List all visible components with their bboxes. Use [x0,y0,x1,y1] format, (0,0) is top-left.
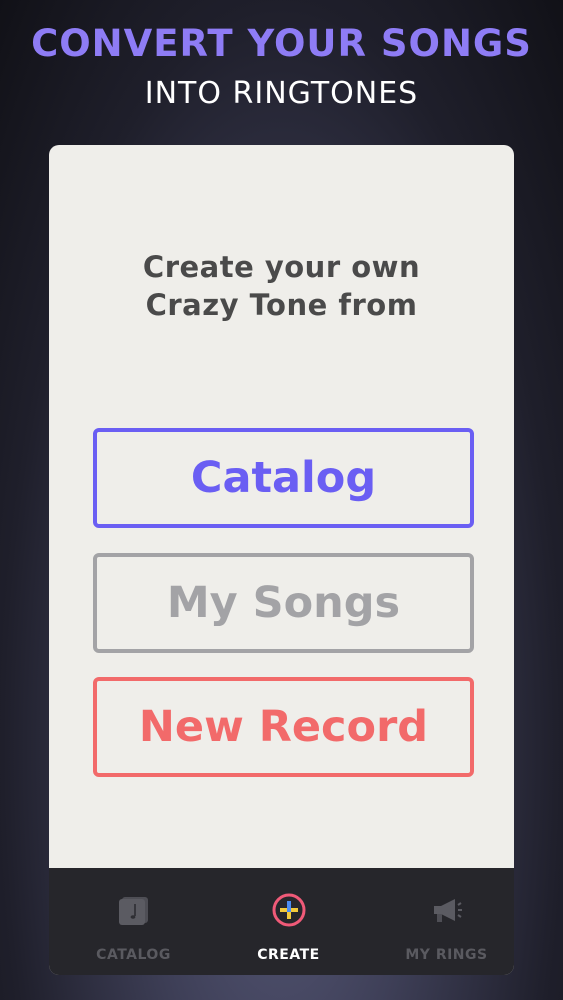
tab-catalog[interactable]: CATALOG [56,868,211,975]
create-prompt: Create your own Crazy Tone from [49,248,514,324]
prompt-line-1: Create your own [142,250,421,284]
tab-create-label: CREATE [257,947,320,963]
catalog-button[interactable]: Catalog [93,428,474,528]
tab-bar: CATALOG CREATE MY RINGS [49,868,514,975]
app-screen: Create your own Crazy Tone from Catalog … [49,145,514,975]
tab-create[interactable]: CREATE [211,868,366,975]
tab-my-rings[interactable]: MY RINGS [369,868,514,975]
tab-catalog-label: CATALOG [96,947,171,963]
megaphone-icon [433,899,462,922]
my-songs-button[interactable]: My Songs [93,553,474,653]
prompt-line-2: Crazy Tone from [145,288,418,322]
tab-my-rings-label: MY RINGS [405,947,488,963]
promo-headline: CONVERT YOUR SONGS [31,22,532,65]
plus-circle-icon [272,893,305,927]
music-note-icon [118,897,148,925]
promo-subheadline: INTO RINGTONES [144,76,419,111]
new-record-button[interactable]: New Record [93,677,474,777]
